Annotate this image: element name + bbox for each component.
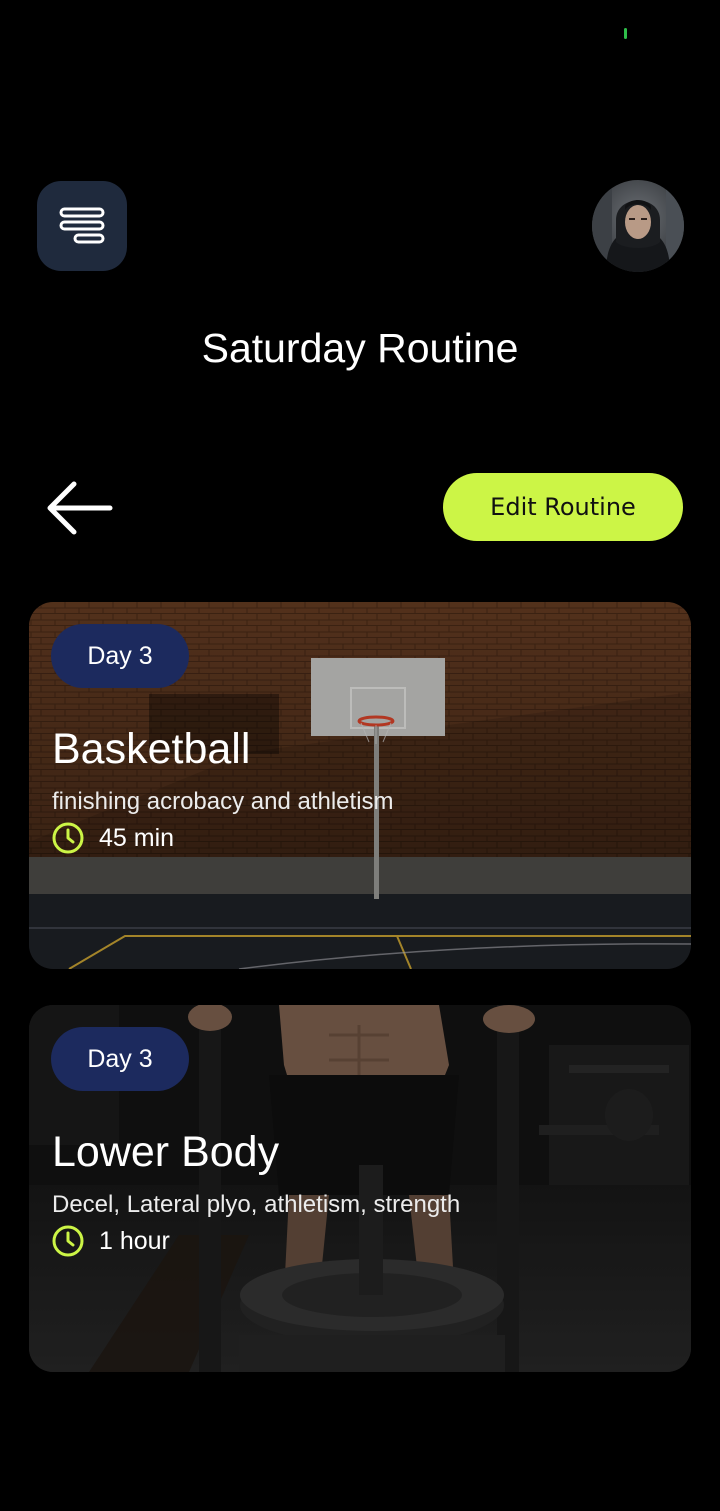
clock-icon	[52, 822, 84, 854]
menu-lines-icon	[59, 207, 105, 244]
menu-button[interactable]	[37, 181, 127, 271]
avatar[interactable]	[592, 180, 684, 272]
day-badge: Day 3	[51, 624, 189, 688]
routine-card-basketball[interactable]: Day 3 Basketball finishing acrobacy and …	[29, 602, 691, 969]
card-title: Basketball	[52, 725, 251, 773]
user-avatar	[592, 180, 684, 272]
page-title: Saturday Routine	[201, 325, 519, 371]
duration-text: 45 min	[99, 823, 175, 852]
card-subtitle: Decel, Lateral plyo, athletism, strength	[52, 1191, 461, 1218]
card-subtitle: finishing acrobacy and athletism	[52, 788, 394, 815]
edit-routine-button[interactable]: Edit Routine	[443, 473, 683, 541]
arrow-left-icon	[47, 481, 113, 535]
status-indicator	[624, 28, 627, 39]
card-title: Lower Body	[52, 1128, 280, 1176]
card-duration: 1 hour	[51, 1223, 170, 1259]
day-badge: Day 3	[51, 1027, 189, 1091]
back-button[interactable]	[44, 478, 116, 538]
clock-icon	[52, 1225, 84, 1257]
duration-text: 1 hour	[99, 1226, 170, 1255]
routine-card-lower-body[interactable]: Day 3 Lower Body Decel, Lateral plyo, at…	[29, 1005, 691, 1372]
card-duration: 45 min	[51, 820, 174, 856]
